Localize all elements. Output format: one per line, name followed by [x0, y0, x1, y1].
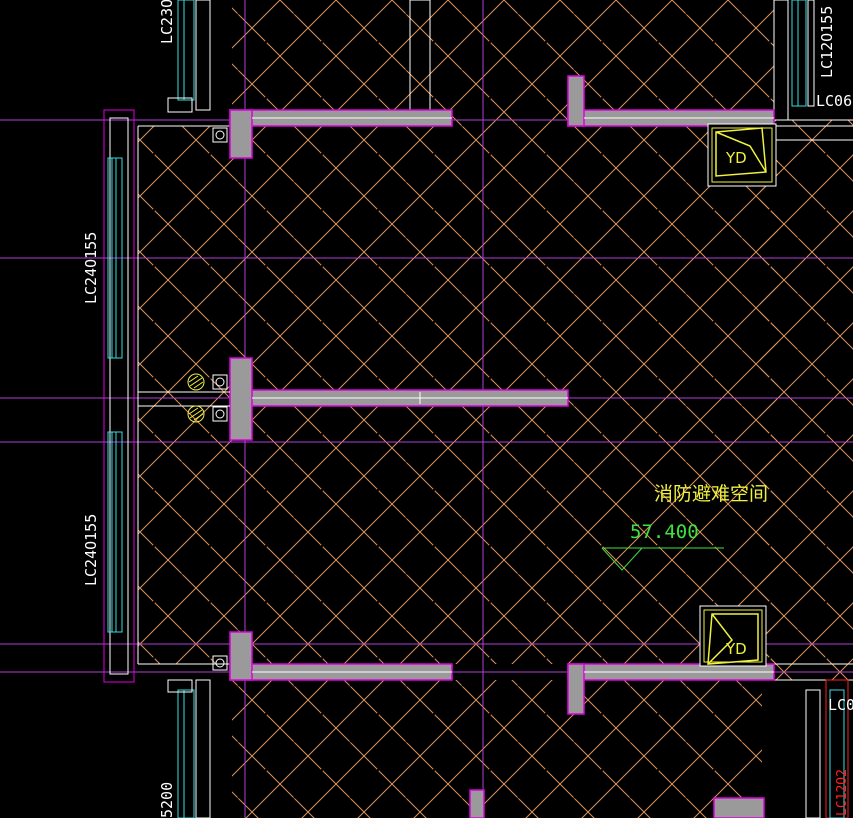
column-bottom-center: [469, 789, 485, 818]
label-window-bottom-left: 5200: [158, 782, 176, 818]
label-window-left-upper: LC24O155: [82, 232, 100, 304]
label-window-bottom-right-2: LC0: [828, 696, 853, 714]
column-middle-left: [229, 357, 253, 441]
floor-plan-drawing: LC24O155 LC24O155 LC23O2 LC12O155 LC06O …: [0, 0, 853, 818]
elevation-value: 57.400: [630, 521, 699, 543]
column-top-right: [567, 75, 585, 127]
label-window-top-right-2: LC06O: [816, 92, 853, 110]
column-bottom-corner: [713, 797, 765, 818]
label-window-top-right: LC12O155: [818, 6, 836, 78]
label-window-bottom-right: LC12O2: [835, 769, 850, 816]
column-bottom-left: [229, 631, 253, 681]
column-bottom-right: [567, 663, 585, 715]
label-window-top-left: LC23O2: [158, 0, 176, 44]
label-window-left-lower: LC24O155: [82, 514, 100, 586]
label-shaft-top: YD: [725, 149, 747, 167]
label-shaft-bottom: YD: [725, 640, 747, 658]
room-name: 消防避难空间: [654, 483, 768, 505]
window-top-right: [773, 0, 853, 141]
column-top-left: [229, 109, 253, 159]
